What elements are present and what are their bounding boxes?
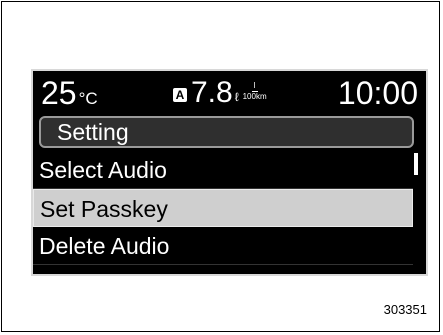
figure-code: 303351 — [383, 302, 427, 317]
fuel-economy-unit: l 100km — [243, 81, 267, 102]
menu-item-select-audio[interactable]: Select Audio — [33, 151, 413, 189]
fuel-mode-badge-icon: A — [173, 88, 187, 102]
menu-item-set-passkey[interactable]: Set Passkey — [33, 189, 413, 227]
clock: 10:00 — [337, 75, 418, 111]
outside-temperature: 25 °C — [41, 75, 98, 117]
fuel-unit-bottom: 100km — [242, 92, 267, 101]
menu-item-delete-audio[interactable]: Delete Audio — [33, 227, 413, 265]
scrollbar[interactable] — [414, 153, 418, 273]
temperature-value: 25 — [41, 75, 77, 111]
menu-list: Select Audio Set Passkey Delete Audio — [33, 151, 413, 265]
menu-title: Setting — [39, 116, 414, 148]
scrollbar-thumb[interactable] — [414, 153, 418, 175]
display-screen: 25 °C A 7.8 ℓ l 100km 10:00 Setting Selec… — [31, 69, 428, 276]
status-bar: 25 °C A 7.8 ℓ l 100km 10:00 — [33, 71, 426, 115]
fuel-economy: A 7.8 ℓ l 100km — [173, 75, 267, 115]
fuel-unit-top: l — [251, 81, 258, 92]
fuel-unit-symbol: ℓ — [234, 90, 239, 104]
temperature-unit: °C — [78, 89, 98, 108]
fuel-economy-value: 7.8 — [191, 76, 233, 109]
